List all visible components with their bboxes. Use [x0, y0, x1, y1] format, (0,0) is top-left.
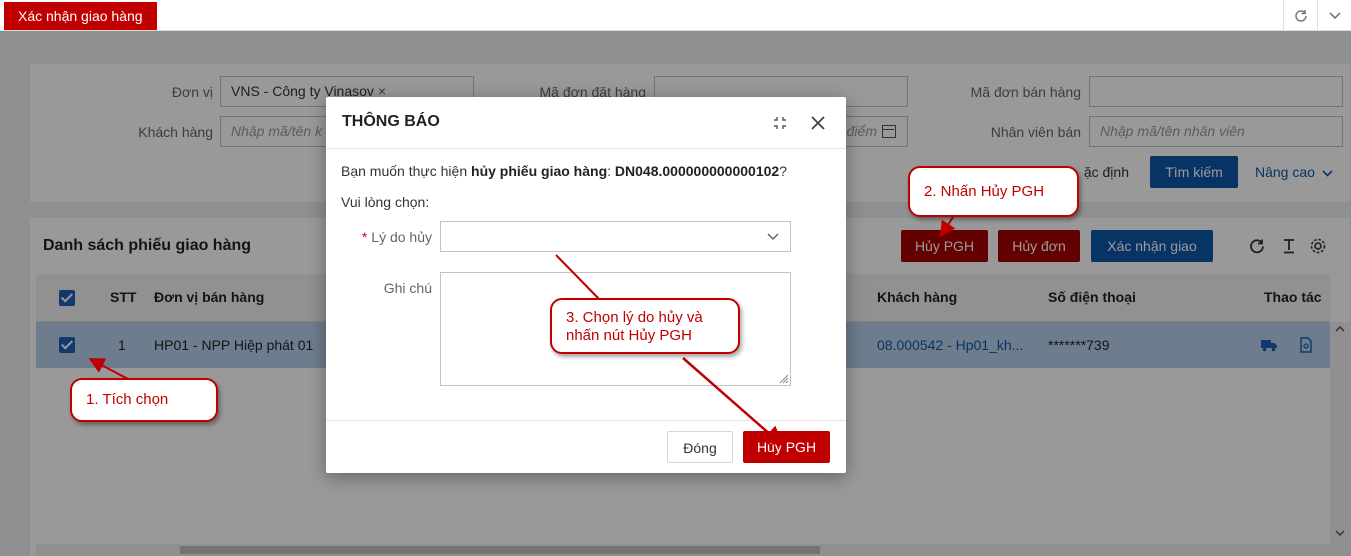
- message-suffix: ?: [779, 163, 787, 179]
- confirm-huy-pgh-button[interactable]: Hủy PGH: [743, 431, 830, 463]
- reason-select[interactable]: [440, 221, 791, 252]
- callout-step-3-line-1: 3. Chọn lý do hủy và: [566, 309, 703, 326]
- dialog-prompt: Vui lòng chọn:: [341, 194, 430, 210]
- top-bar: Xác nhận giao hàng: [0, 0, 1351, 31]
- chevron-down-icon: [767, 233, 779, 241]
- reason-label-text: Lý do hủy: [371, 229, 432, 245]
- refresh-icon[interactable]: [1283, 0, 1317, 31]
- dialog-message: Bạn muốn thực hiện hủy phiếu giao hàng: …: [341, 163, 787, 179]
- topbar-icons: [1283, 0, 1351, 31]
- note-label: Ghi chú: [383, 280, 432, 296]
- tab-xac-nhan-giao-hang[interactable]: Xác nhận giao hàng: [4, 2, 157, 30]
- callout-step-1: 1. Tích chọn: [70, 378, 218, 422]
- message-code: DN048.000000000000102: [614, 163, 780, 179]
- dialog-footer: Đóng Hủy PGH: [326, 420, 846, 473]
- dialog-title: THÔNG BÁO: [342, 113, 440, 130]
- reason-label: * Lý do hủy: [328, 229, 432, 245]
- callout-step-3: 3. Chọn lý do hủy và nhấn nút Hủy PGH: [550, 298, 740, 354]
- chevron-down-icon[interactable]: [1317, 0, 1351, 31]
- message-action: hủy phiếu giao hàng: [471, 163, 608, 179]
- message-colon: :: [607, 163, 615, 179]
- required-mark: *: [361, 229, 368, 245]
- close-icon[interactable]: [810, 115, 826, 134]
- callout-step-2: 2. Nhấn Hủy PGH: [908, 166, 1079, 217]
- maximize-icon[interactable]: [772, 115, 788, 134]
- confirm-dialog: THÔNG BÁO Bạn muốn thực hiện hủy phiếu g…: [326, 97, 846, 473]
- callout-step-3-line-2: nhấn nút Hủy PGH: [566, 327, 692, 344]
- message-prefix: Bạn muốn thực hiện: [341, 163, 472, 179]
- resize-handle-icon[interactable]: [777, 372, 789, 384]
- close-button[interactable]: Đóng: [667, 431, 733, 463]
- dialog-header: THÔNG BÁO: [326, 97, 846, 149]
